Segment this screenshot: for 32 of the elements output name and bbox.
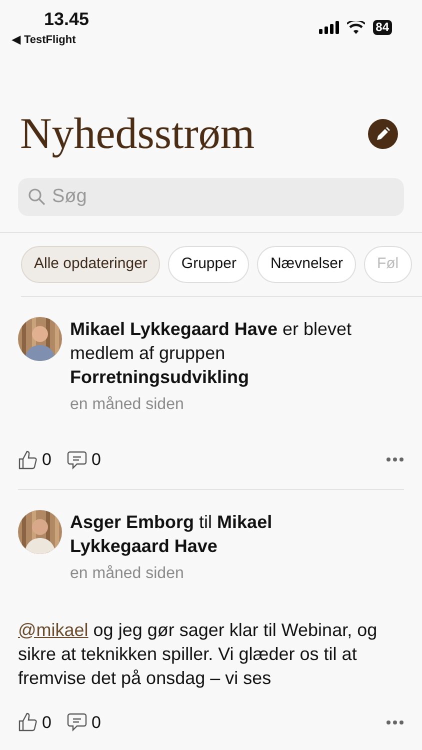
search-field[interactable]: Søg — [18, 178, 404, 216]
back-link[interactable]: TestFlight — [24, 32, 76, 48]
post-body: @mikael og jeg gør sager klar til Webinar, og sikre at teknikken spiller. Vi glæder os til at fremvise det på onsdag – vi ses — [18, 618, 378, 690]
more-button[interactable] — [386, 457, 404, 462]
page-title: Nyhedsstrøm — [20, 110, 255, 158]
more-icon — [386, 457, 404, 462]
search-icon — [28, 188, 46, 206]
thumbs-up-icon — [18, 712, 38, 732]
edit-button[interactable] — [368, 119, 398, 149]
post-headline: Mikael Lykkegaard Have er blevet medlem af gruppen Forretningsudvikling — [70, 318, 352, 389]
signal-icon — [318, 21, 339, 34]
post-time: en måned siden — [70, 395, 184, 415]
comment-button[interactable]: 0 — [67, 710, 101, 735]
thumbs-up-icon — [18, 450, 38, 470]
like-button[interactable]: 0 — [18, 447, 52, 472]
wifi-icon — [346, 21, 365, 34]
filter-tab[interactable]: Grupper — [168, 246, 250, 283]
post-time: en måned siden — [70, 564, 184, 584]
back-arrow[interactable]: ◀ — [12, 32, 20, 48]
comment-button[interactable]: 0 — [67, 447, 101, 472]
mention-link[interactable]: @mikael — [18, 620, 88, 640]
pencil-icon — [376, 127, 390, 141]
status-time: 13.45 — [44, 8, 90, 30]
post-headline: Asger Emborg til Mikael Lykkegaard Have — [70, 510, 274, 558]
more-icon — [386, 720, 404, 725]
filter-tab[interactable]: Alle opdateringer — [21, 246, 160, 283]
battery-level: 84 — [372, 20, 392, 35]
like-button[interactable]: 0 — [18, 710, 52, 735]
filter-tab[interactable]: Nævnelser — [257, 246, 356, 283]
comment-icon — [67, 712, 88, 732]
more-button[interactable] — [386, 720, 404, 725]
comment-icon — [67, 450, 88, 470]
